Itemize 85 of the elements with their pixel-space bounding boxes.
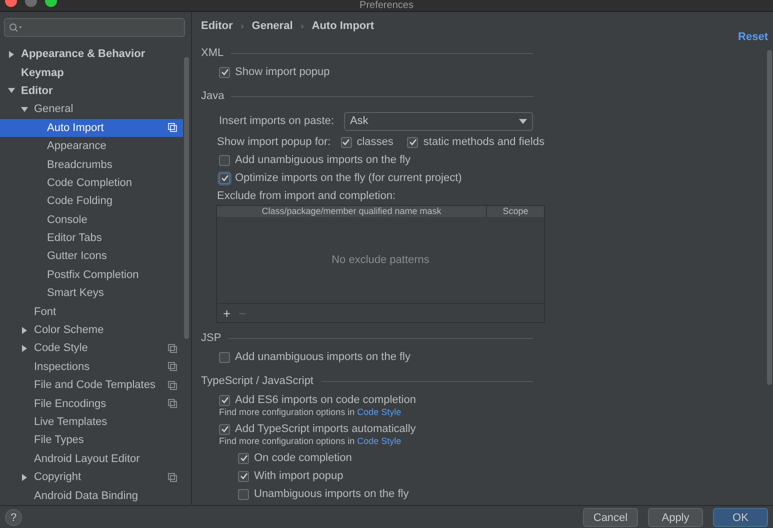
tree-item[interactable]: Keymap (0, 63, 183, 82)
tree-item[interactable]: Color Scheme (0, 320, 183, 340)
checkbox[interactable] (219, 66, 230, 78)
search-field[interactable] (4, 18, 185, 37)
section-title: JSP (201, 332, 222, 344)
chevron-icon: › (240, 21, 244, 31)
checkbox[interactable] (340, 136, 352, 148)
tree-item[interactable]: Gutter Icons (0, 247, 183, 266)
checkbox-label[interactable]: static methods and fields (423, 136, 544, 148)
checkbox[interactable] (219, 424, 230, 434)
checkbox-label[interactable]: Add ES6 imports on code completion (235, 394, 416, 406)
scrollbar[interactable] (767, 50, 772, 385)
hint-text: Find more configuration options in Code Style (219, 407, 402, 419)
search-icon (9, 22, 22, 32)
help-button[interactable]: ? (5, 509, 22, 526)
chevron-icon: › (300, 21, 304, 31)
checkbox[interactable] (238, 452, 249, 464)
tree-item[interactable]: Copyright (0, 468, 183, 486)
checkbox-label[interactable]: With import popup (254, 470, 344, 482)
checkbox-label[interactable]: On code completion (254, 452, 352, 464)
section-title: TypeScript / JavaScript (201, 375, 314, 387)
collapsed-arrow-icon[interactable] (21, 326, 28, 334)
paste-dropdown[interactable]: Ask (344, 112, 533, 130)
hint-text: Find more configuration options in Code Style (219, 436, 402, 448)
tree-item[interactable]: Breadcrumbs (0, 155, 183, 174)
tree-item[interactable]: Appearance (0, 136, 183, 156)
checkbox-label[interactable]: Add TypeScript imports automatically (235, 423, 416, 435)
tree-item[interactable]: Console (0, 210, 183, 229)
dialog-button[interactable]: Apply (648, 508, 703, 527)
tree-item[interactable]: File Encodings (0, 394, 183, 413)
tree-item[interactable]: Smart Keys (0, 284, 183, 302)
tree-item[interactable]: Editor Tabs (0, 228, 183, 248)
column-header[interactable]: Class/package/member qualified name mask (217, 206, 487, 217)
window-title: Preferences (360, 1, 414, 11)
collapsed-arrow-icon[interactable] (8, 50, 15, 58)
dropdown-arrow-icon (519, 118, 527, 124)
breadcrumb-item: Auto Import (312, 20, 374, 32)
tree-item[interactable]: Live Templates (0, 412, 183, 432)
checkbox-label[interactable]: Show import popup (235, 66, 330, 78)
tree-item[interactable]: Android Layout Editor (0, 450, 183, 468)
checkbox-label[interactable]: classes (356, 136, 394, 148)
field-label: Show import popup for: (217, 136, 331, 148)
tree-item[interactable]: Code Style (0, 339, 183, 358)
table-label: Exclude from import and completion: (217, 189, 397, 204)
tree-item[interactable]: Auto Import (0, 118, 183, 137)
tree-item[interactable]: File Types (0, 431, 183, 450)
collapsed-arrow-icon[interactable] (21, 474, 28, 481)
expanded-arrow-icon[interactable] (8, 87, 15, 94)
breadcrumb-item: Editor (201, 20, 233, 32)
breadcrumb-item: General (252, 20, 293, 32)
dialog-button[interactable]: OK (713, 508, 768, 527)
tree-item[interactable]: Font (0, 302, 183, 321)
checkbox[interactable] (238, 488, 249, 500)
checkbox[interactable] (238, 470, 249, 482)
column-header[interactable]: Scope (487, 206, 544, 217)
empty-text: No exclude patterns (332, 254, 430, 266)
section-title: Java (201, 90, 224, 102)
code-style-link[interactable]: Code Style (357, 407, 402, 417)
tree-item[interactable]: Android Data Binding (0, 486, 183, 505)
add-button[interactable]: + (223, 306, 231, 320)
tree-item[interactable]: Inspections (0, 358, 183, 376)
checkbox-label[interactable]: Unambiguous imports on the fly (254, 488, 409, 500)
field-label: Insert imports on paste: (219, 115, 334, 127)
tree-item[interactable]: Code Completion (0, 174, 183, 192)
tree-item[interactable]: Editor (0, 82, 183, 100)
checkbox[interactable] (219, 154, 230, 166)
reset-link[interactable]: Reset (738, 31, 768, 43)
collapsed-arrow-icon[interactable] (21, 344, 28, 352)
checkbox[interactable] (219, 352, 230, 362)
checkbox[interactable] (219, 172, 230, 184)
dialog-button[interactable]: Cancel (583, 508, 638, 527)
scrollbar[interactable] (184, 57, 189, 339)
tree-item[interactable]: Appearance & Behavior (0, 45, 183, 64)
code-style-link[interactable]: Code Style (357, 436, 402, 446)
checkbox-label[interactable]: Add unambiguous imports on the fly (235, 154, 410, 166)
checkbox-label[interactable]: Optimize imports on the fly (for current project) (235, 172, 462, 184)
checkbox-label[interactable]: Add unambiguous imports on the fly (235, 351, 410, 363)
expanded-arrow-icon[interactable] (21, 106, 28, 113)
tree-item[interactable]: File and Code Templates (0, 376, 183, 394)
checkbox[interactable] (407, 136, 418, 148)
checkbox[interactable] (219, 394, 230, 406)
tree-item[interactable]: Code Folding (0, 192, 183, 211)
section-title: XML (201, 47, 224, 59)
tree-item[interactable]: General (0, 100, 183, 119)
tree-item[interactable]: Postfix Completion (0, 266, 183, 284)
